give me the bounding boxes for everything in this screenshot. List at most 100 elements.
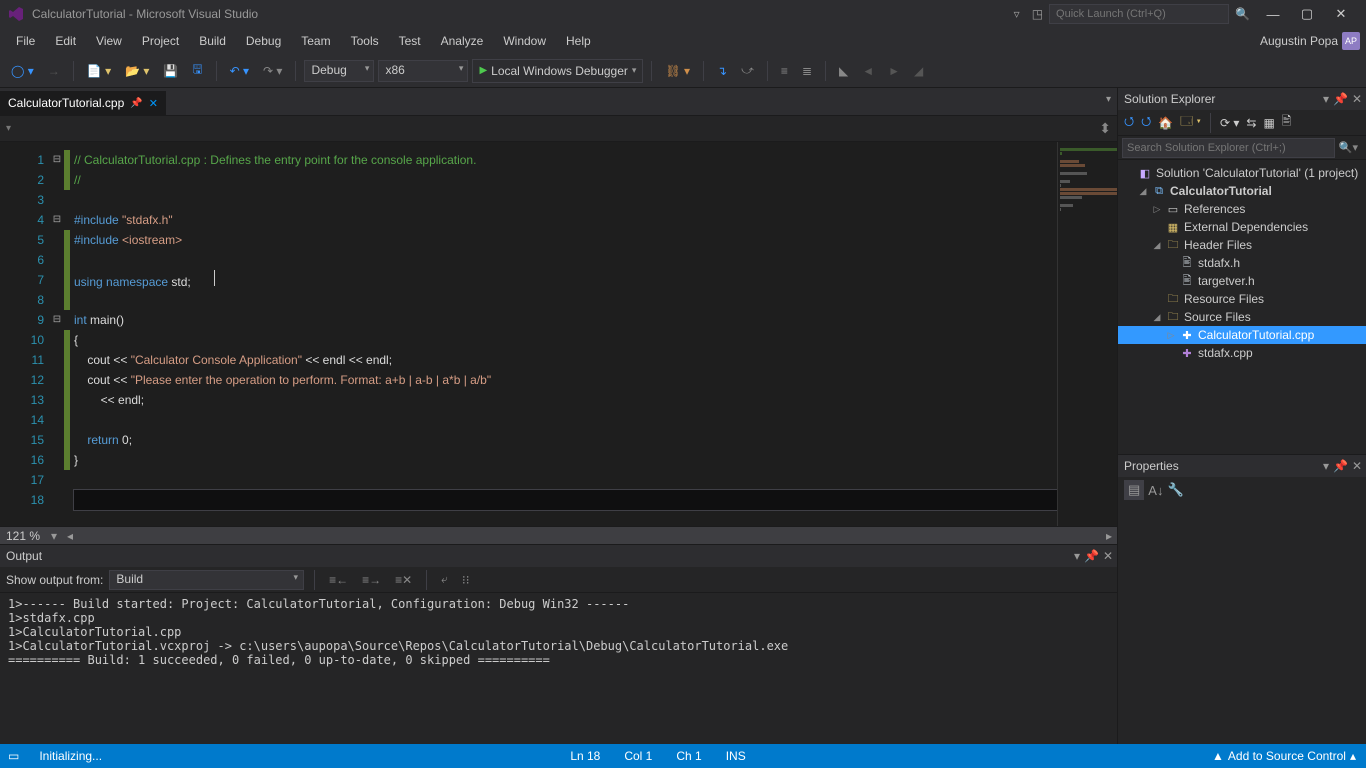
tree-node[interactable]: ✚stdafx.cpp — [1118, 344, 1366, 362]
zoom-level[interactable]: 121 % — [0, 529, 46, 543]
code-editor[interactable]: 123456789101112131415161718 ⊟⊟⊟ // Calcu… — [0, 142, 1117, 526]
tree-node[interactable]: 🖹targetver.h — [1118, 272, 1366, 290]
notifications-icon[interactable]: ▿ — [1008, 7, 1026, 21]
scroll-left-icon[interactable]: ◂ — [62, 529, 78, 543]
search-icon[interactable]: 🔍 — [1229, 7, 1256, 21]
new-project-button[interactable]: 📄 ▾ — [82, 61, 116, 81]
menu-analyze[interactable]: Analyze — [431, 31, 494, 51]
output-settings-icon[interactable]: ⁝⁝ — [458, 571, 474, 589]
redo-button[interactable]: ↷ ▾ — [258, 61, 287, 81]
menu-tools[interactable]: Tools — [341, 31, 389, 51]
tree-node[interactable]: ◢⧉CalculatorTutorial — [1118, 182, 1366, 200]
autohide-icon[interactable]: 📌 — [1333, 92, 1348, 106]
split-editor-icon[interactable]: ⬍ — [1099, 120, 1111, 137]
goto-next-icon[interactable]: ≡→ — [358, 571, 385, 589]
autohide-icon[interactable]: 📌 — [1084, 549, 1099, 563]
se-home-icon[interactable]: 🏠 — [1156, 115, 1175, 131]
pin-icon[interactable]: 📌 — [130, 98, 142, 109]
window-position-icon[interactable]: ▾ — [1074, 549, 1080, 563]
show-all-icon[interactable]: ▦ — [1261, 115, 1276, 131]
properties-toolbar: ▤ A↓ 🔧 — [1118, 477, 1366, 503]
undo-button[interactable]: ↶ ▾ — [225, 61, 254, 81]
menu-help[interactable]: Help — [556, 31, 601, 51]
alphabetical-icon[interactable]: A↓ — [1148, 483, 1163, 498]
output-from-dropdown[interactable]: Build — [109, 570, 304, 590]
autohide-icon[interactable]: 📌 — [1333, 459, 1348, 473]
save-button[interactable]: 💾 — [158, 61, 183, 81]
indent-less-icon[interactable]: ≡ — [776, 61, 793, 81]
goto-prev-icon[interactable]: ≡← — [325, 571, 352, 589]
minimap[interactable] — [1057, 142, 1117, 526]
close-button[interactable]: ✕ — [1324, 0, 1358, 28]
quick-launch-input[interactable] — [1049, 4, 1229, 24]
output-text[interactable]: 1>------ Build started: Project: Calcula… — [0, 593, 1117, 744]
clear-bookmark-icon[interactable]: ◢ — [909, 61, 928, 81]
clear-icon[interactable]: ≡✕ — [391, 571, 416, 589]
window-position-icon[interactable]: ▾ — [1323, 459, 1329, 473]
bookmark-icon[interactable]: ◣ — [834, 61, 853, 81]
tasks-icon[interactable]: ▭ — [0, 749, 27, 763]
hscrollbar[interactable] — [78, 527, 1101, 545]
avatar[interactable]: AP — [1342, 32, 1360, 50]
tree-node[interactable]: ◧Solution 'CalculatorTutorial' (1 projec… — [1118, 164, 1366, 182]
menu-view[interactable]: View — [86, 31, 132, 51]
sync-icon[interactable]: 🗔 ▾ — [1178, 111, 1203, 134]
wrench-icon[interactable]: 🔧 — [1167, 482, 1183, 498]
nav-dropdown-icon[interactable]: ▾ — [6, 123, 11, 134]
nav-fwd-button[interactable]: → — [43, 61, 65, 81]
source-control-button[interactable]: ▲ Add to Source Control ▴ — [1202, 749, 1366, 763]
tree-node[interactable]: ▷✚CalculatorTutorial.cpp — [1118, 326, 1366, 344]
solution-tree[interactable]: ◧Solution 'CalculatorTutorial' (1 projec… — [1118, 160, 1366, 454]
process-icon[interactable]: ⛓ ▾ — [660, 61, 695, 81]
scroll-right-icon[interactable]: ▸ — [1101, 529, 1117, 543]
close-panel-icon[interactable]: ✕ — [1103, 549, 1113, 563]
window-position-icon[interactable]: ▾ — [1323, 92, 1329, 106]
close-tab-icon[interactable]: ✕ — [149, 97, 158, 110]
maximize-button[interactable]: ▢ — [1290, 0, 1324, 28]
tree-node[interactable]: 🖹stdafx.h — [1118, 254, 1366, 272]
indent-more-icon[interactable]: ≣ — [797, 61, 817, 81]
menu-test[interactable]: Test — [389, 31, 431, 51]
tree-node[interactable]: ▦External Dependencies — [1118, 218, 1366, 236]
nav-back-button[interactable]: ◯ ▾ — [6, 61, 39, 81]
tree-node[interactable]: ▷▭References — [1118, 200, 1366, 218]
tab-label: CalculatorTutorial.cpp — [8, 96, 124, 110]
menu-edit[interactable]: Edit — [45, 31, 86, 51]
menu-team[interactable]: Team — [291, 31, 340, 51]
menu-window[interactable]: Window — [493, 31, 556, 51]
solution-search-input[interactable] — [1122, 138, 1335, 158]
close-panel-icon[interactable]: ✕ — [1352, 92, 1362, 106]
solution-platform-dropdown[interactable]: x86 — [378, 60, 468, 82]
tab-calculatortutorial-cpp[interactable]: CalculatorTutorial.cpp 📌 ✕ — [0, 91, 166, 115]
tabs-dropdown-icon[interactable]: ▾ — [1106, 94, 1111, 105]
save-all-button[interactable]: 🖫 — [187, 57, 207, 84]
step-into-icon[interactable]: ↴ — [712, 61, 732, 81]
menu-file[interactable]: File — [6, 31, 45, 51]
step-over-icon[interactable]: ⤻ — [736, 60, 759, 81]
minimize-button[interactable]: — — [1256, 0, 1290, 28]
menu-debug[interactable]: Debug — [236, 31, 291, 51]
tree-node[interactable]: ◢🗀Header Files — [1118, 236, 1366, 254]
menu-project[interactable]: Project — [132, 31, 189, 51]
open-file-button[interactable]: 📂 ▾ — [120, 61, 154, 81]
collapse-icon[interactable]: ⇆ — [1244, 115, 1258, 131]
back-icon[interactable]: ⭯ — [1139, 111, 1153, 134]
tree-node[interactable]: 🗀Resource Files — [1118, 290, 1366, 308]
tree-node[interactable]: ◢🗀Source Files — [1118, 308, 1366, 326]
close-panel-icon[interactable]: ✕ — [1352, 459, 1362, 473]
next-bookmark-icon[interactable]: ► — [883, 61, 905, 81]
properties-icon[interactable]: 🖹 — [1280, 111, 1294, 134]
refresh-icon[interactable]: ⟳ ▾ — [1218, 115, 1241, 131]
solution-config-dropdown[interactable]: Debug — [304, 60, 374, 82]
prev-bookmark-icon[interactable]: ◄ — [857, 61, 879, 81]
home-icon[interactable]: ⭯ — [1122, 111, 1136, 134]
start-debug-button[interactable]: ▶ Local Windows Debugger ▾ — [472, 59, 643, 83]
window-title: CalculatorTutorial - Microsoft Visual St… — [32, 7, 258, 21]
search-icon[interactable]: 🔍▾ — [1335, 141, 1362, 154]
zoom-dropdown-icon[interactable]: ▾ — [46, 529, 62, 543]
feedback-icon[interactable]: ◳ — [1026, 7, 1049, 21]
toggle-wrap-icon[interactable]: ⤶ — [437, 570, 452, 589]
categorized-icon[interactable]: ▤ — [1124, 480, 1144, 500]
menu-build[interactable]: Build — [189, 31, 236, 51]
user-name[interactable]: Augustin Popa — [1260, 34, 1342, 48]
